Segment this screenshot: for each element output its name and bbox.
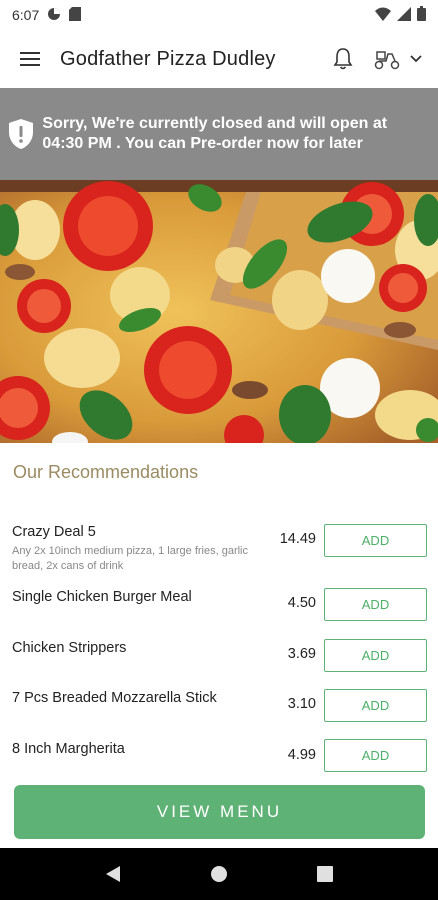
menu-button[interactable] [0, 30, 60, 88]
add-button[interactable]: ADD [324, 739, 427, 772]
system-navigation-bar [0, 848, 438, 900]
view-menu-button[interactable]: VIEW MENU [14, 785, 425, 839]
page-title: Godfather Pizza Dudley [60, 47, 276, 70]
status-app-icon [47, 7, 61, 24]
signal-icon [397, 6, 411, 24]
add-button[interactable]: ADD [324, 524, 427, 557]
item-price: 4.50 [287, 595, 316, 611]
item-name: Chicken Strippers [12, 640, 127, 656]
item-name: 8 Inch Margherita [12, 741, 125, 757]
chevron-down-icon [410, 55, 422, 63]
item-name: Crazy Deal 5 [12, 524, 96, 540]
status-time: 6:07 [12, 7, 40, 23]
notifications-button[interactable] [326, 30, 360, 88]
delivery-scooter-icon [374, 51, 400, 70]
item-price: 3.10 [287, 696, 316, 712]
item-price: 4.99 [287, 747, 316, 763]
app-bar: Godfather Pizza Dudley [0, 30, 438, 88]
order-type-selector[interactable] [374, 30, 422, 88]
list-item: Single Chicken Burger Meal 4.50 ADD [0, 586, 438, 636]
add-button[interactable]: ADD [324, 689, 427, 722]
item-price: 3.69 [287, 646, 316, 662]
sim-card-icon [69, 6, 82, 24]
recommendations-title: Our Recommendations [13, 462, 199, 482]
home-button[interactable] [199, 854, 239, 894]
recents-icon [317, 866, 333, 882]
restaurant-hero-image [0, 180, 438, 443]
add-button[interactable]: ADD [324, 588, 427, 621]
closed-notice-banner: Sorry, We're currently closed and will o… [0, 88, 438, 180]
menu-icon [20, 52, 40, 66]
add-button[interactable]: ADD [324, 639, 427, 672]
back-icon [106, 866, 120, 882]
shield-alert-icon [0, 118, 42, 150]
home-icon [211, 866, 227, 882]
item-price: 14.49 [279, 531, 316, 547]
list-item: 8 Inch Margherita 4.99 ADD [0, 738, 438, 788]
closed-message: Sorry, We're currently closed and will o… [42, 115, 388, 152]
wifi-icon [375, 7, 391, 24]
status-bar: 6:07 [0, 0, 438, 30]
item-name: Single Chicken Burger Meal [12, 589, 192, 605]
back-button[interactable] [93, 854, 133, 894]
battery-icon [417, 6, 426, 24]
item-description: Any 2x 10inch medium pizza, 1 large frie… [12, 545, 248, 572]
list-item: Crazy Deal 5 Any 2x 10inch medium pizza,… [0, 520, 438, 572]
bell-icon [333, 48, 353, 70]
list-item: 7 Pcs Breaded Mozzarella Stick 3.10 ADD [0, 687, 438, 737]
list-item: Chicken Strippers 3.69 ADD [0, 637, 438, 687]
recents-button[interactable] [305, 854, 345, 894]
item-name: 7 Pcs Breaded Mozzarella Stick [12, 690, 217, 706]
